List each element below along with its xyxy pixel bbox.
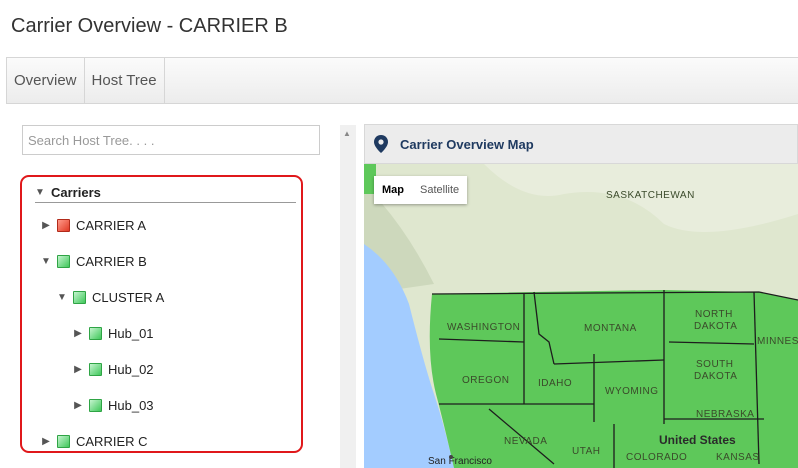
tab-host-tree[interactable]: Host Tree (85, 58, 165, 103)
expanded-arrow-icon[interactable]: ▼ (35, 187, 45, 198)
tree-node-label: Hub_01 (108, 325, 154, 341)
map-label-north-dakota-2: DAKOTA (694, 321, 737, 332)
tree-root-label: Carriers (51, 184, 101, 200)
map-svg[interactable]: SASKATCHEWAN WASHINGTON MONTANA NORTH DA… (364, 164, 798, 468)
map-panel: Carrier Overview Map SASKATCHEWAN WASHIN… (364, 124, 798, 468)
collapsed-arrow-icon[interactable]: ▶ (73, 364, 83, 375)
map-canvas[interactable]: SASKATCHEWAN WASHINGTON MONTANA NORTH DA… (364, 164, 798, 468)
map-label-utah: UTAH (572, 446, 600, 457)
map-label-saskatchewan: SASKATCHEWAN (606, 190, 695, 201)
collapsed-arrow-icon[interactable]: ▶ (41, 436, 51, 447)
tree-node-label: CARRIER B (76, 253, 147, 269)
map-label-nevada: NEVADA (504, 436, 547, 447)
status-green-icon (89, 398, 102, 412)
map-label-washington: WASHINGTON (447, 322, 520, 333)
map-header: Carrier Overview Map (364, 124, 798, 164)
map-label-idaho: IDAHO (538, 378, 572, 389)
tree-node-label: CARRIER C (76, 433, 148, 449)
tree-node-hub-01[interactable]: ▶ Hub_01 (73, 324, 154, 342)
status-green-icon (57, 434, 70, 448)
host-tree: ▼ Carriers ▶ CARRIER A ▼ CARRIER B ▼ CLU… (20, 175, 303, 453)
search-host-tree-input[interactable] (22, 125, 320, 155)
map-label-colorado: COLORADO (626, 452, 687, 463)
map-label-country: United States (659, 433, 736, 447)
map-label-city: San Francisco (428, 456, 492, 467)
collapsed-arrow-icon[interactable]: ▶ (73, 328, 83, 339)
status-red-icon (57, 218, 70, 232)
tab-bar: Overview Host Tree (6, 57, 798, 104)
tree-node-label: CLUSTER A (92, 289, 165, 305)
tree-divider (35, 202, 296, 203)
map-label-north-dakota: NORTH (695, 309, 733, 320)
expanded-arrow-icon[interactable]: ▼ (57, 292, 67, 303)
scroll-up-arrow-icon[interactable]: ▲ (343, 129, 351, 138)
page-title: Carrier Overview - CARRIER B (11, 15, 288, 37)
map-label-minnesota: MINNESO (757, 336, 798, 347)
collapsed-arrow-icon[interactable]: ▶ (41, 220, 51, 231)
map-label-oregon: OREGON (462, 375, 509, 386)
tree-root-carriers[interactable]: ▼ Carriers (35, 183, 101, 201)
tree-node-label: CARRIER A (76, 217, 147, 233)
tree-node-hub-03[interactable]: ▶ Hub_03 (73, 396, 154, 414)
status-green-icon (89, 362, 102, 376)
map-label-montana: MONTANA (584, 323, 637, 334)
map-label-nebraska: NEBRASKA (696, 409, 754, 420)
map-title: Carrier Overview Map (400, 136, 534, 152)
map-label-wyoming: WYOMING (605, 386, 659, 397)
map-pin-icon (374, 135, 388, 153)
status-green-icon (73, 290, 86, 304)
status-green-icon (89, 326, 102, 340)
tree-node-label: Hub_03 (108, 397, 154, 413)
collapsed-arrow-icon[interactable]: ▶ (73, 400, 83, 411)
map-type-satellite-button[interactable]: Satellite (412, 176, 467, 204)
map-label-kansas: KANSAS (716, 452, 760, 463)
status-green-icon (57, 254, 70, 268)
tree-node-hub-02[interactable]: ▶ Hub_02 (73, 360, 154, 378)
map-type-map-button[interactable]: Map (374, 176, 412, 204)
tree-node-label: Hub_02 (108, 361, 154, 377)
city-dot-icon (449, 455, 453, 459)
tree-node-carrier-a[interactable]: ▶ CARRIER A (41, 216, 146, 234)
map-label-south-dakota: SOUTH (696, 359, 734, 370)
tree-node-carrier-b[interactable]: ▼ CARRIER B (41, 252, 147, 270)
map-label-south-dakota-2: DAKOTA (694, 371, 737, 382)
tree-node-cluster-a[interactable]: ▼ CLUSTER A (57, 288, 164, 306)
tree-scrollbar[interactable]: ▲ (340, 125, 356, 468)
tab-overview[interactable]: Overview (7, 58, 85, 103)
tree-node-carrier-c[interactable]: ▶ CARRIER C (41, 432, 148, 450)
expanded-arrow-icon[interactable]: ▼ (41, 256, 51, 267)
map-type-control: Map Satellite (374, 176, 468, 204)
